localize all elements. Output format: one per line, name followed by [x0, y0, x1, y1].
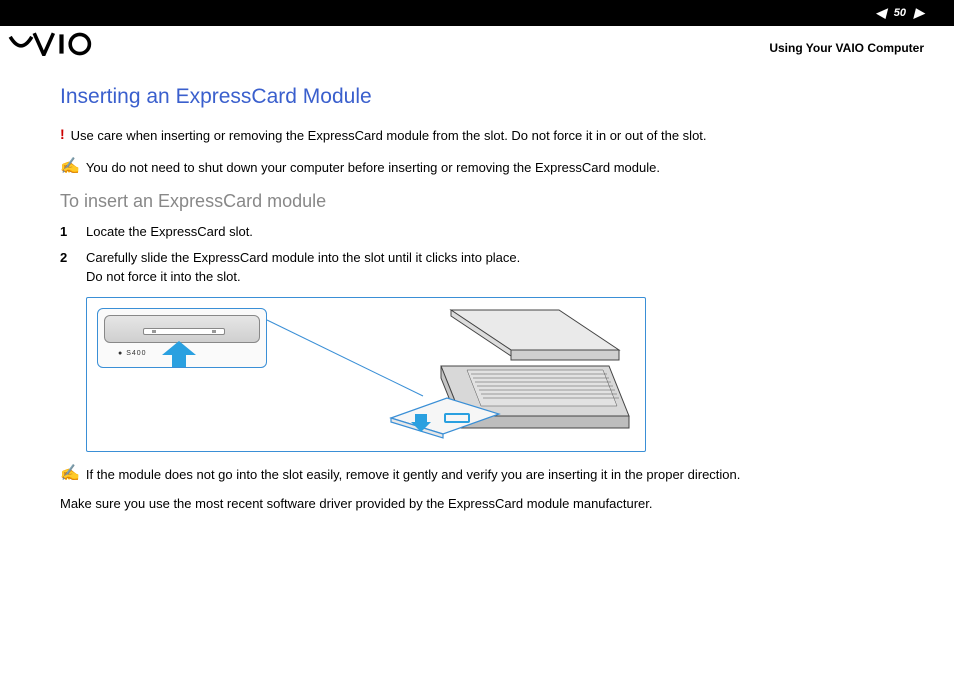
laptop-side-panel — [104, 315, 260, 343]
step-text: Locate the ExpressCard slot. — [86, 222, 253, 242]
steps-list: Locate the ExpressCard slot. Carefully s… — [60, 222, 894, 287]
step-item: Carefully slide the ExpressCard module i… — [60, 248, 894, 287]
page-nav: ◀ 50 ▶ — [876, 5, 924, 21]
body-paragraph: Make sure you use the most recent softwa… — [60, 496, 894, 511]
info-note-1: ✍ You do not need to shut down your comp… — [60, 159, 894, 177]
note-icon: ✍ — [60, 466, 80, 482]
next-page-arrow-icon[interactable]: ▶ — [914, 5, 924, 21]
warning-text: Use care when inserting or removing the … — [71, 127, 707, 145]
step-item: Locate the ExpressCard slot. — [60, 222, 894, 242]
breadcrumb: Using Your VAIO Computer — [769, 41, 924, 55]
note-icon: ✍ — [60, 159, 80, 175]
warning-icon: ! — [60, 127, 65, 141]
info-note-2: ✍ If the module does not go into the slo… — [60, 466, 894, 484]
note-text-1: You do not need to shut down your comput… — [86, 159, 660, 177]
illustration: ● S400 — [86, 297, 646, 452]
note-text-2: If the module does not go into the slot … — [86, 466, 740, 484]
page-number: 50 — [894, 7, 906, 19]
page-content: Inserting an ExpressCard Module ! Use ca… — [0, 57, 954, 511]
vaio-logo-icon — [8, 32, 118, 63]
top-bar: ◀ 50 ▶ — [0, 0, 954, 26]
insert-arrow-icon — [162, 341, 196, 367]
section-subtitle: To insert an ExpressCard module — [60, 191, 894, 212]
laptop-drawing — [381, 306, 631, 446]
page-title: Inserting an ExpressCard Module — [60, 85, 894, 109]
warning-note: ! Use care when inserting or removing th… — [60, 127, 894, 145]
step-text: Carefully slide the ExpressCard module i… — [86, 248, 520, 287]
port-label: ● S400 — [118, 350, 147, 357]
prev-page-arrow-icon[interactable]: ◀ — [876, 5, 886, 21]
expresscard-slot — [143, 328, 225, 335]
inset-detail: ● S400 — [97, 308, 267, 368]
